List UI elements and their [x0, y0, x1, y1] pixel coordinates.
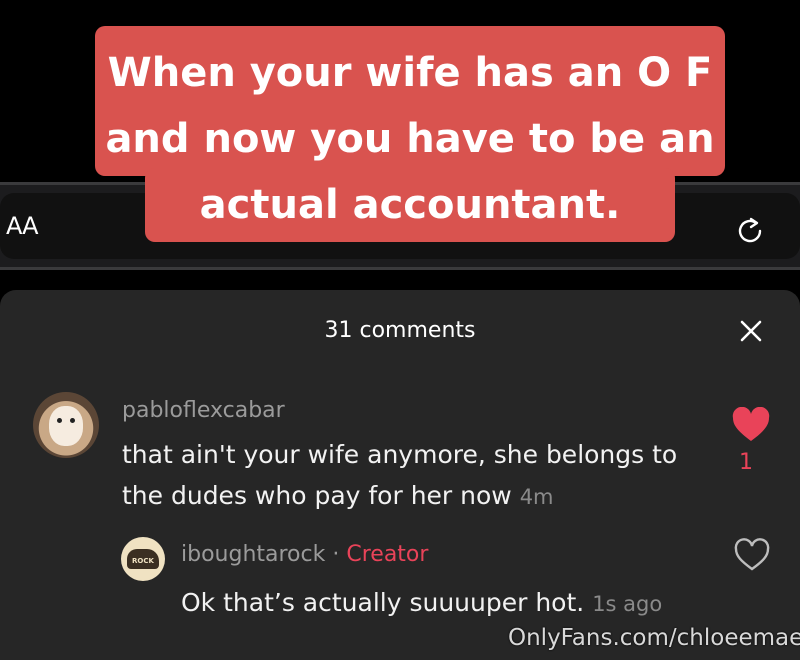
comment-body: that ain't your wife anymore, she belong… [122, 434, 712, 518]
reply-username[interactable]: iboughtarock [181, 542, 325, 567]
reload-icon[interactable] [733, 214, 767, 248]
heart-outline-icon[interactable] [733, 538, 771, 572]
reply-body: Ok that’s actually suuuuper hot. 1s ago [181, 582, 721, 625]
avatar-logo-text: ROCK [132, 557, 154, 565]
reply-text: Ok that’s actually suuuuper hot. [181, 588, 585, 617]
avatar[interactable]: ROCK [121, 537, 165, 581]
video-caption: When your wife has an O F and now you ha… [105, 50, 715, 228]
comment-text: that ain't your wife anymore, she belong… [122, 440, 678, 510]
reply-header: iboughtarock · Creator [181, 542, 428, 567]
reply-time: 1s ago [592, 592, 663, 616]
comments-count-title: 31 comments [324, 318, 476, 343]
comment-username[interactable]: pabloflexcabar [122, 398, 285, 423]
avatar-eye [57, 418, 62, 423]
close-icon[interactable] [738, 318, 764, 344]
separator-dot: · [332, 542, 340, 567]
creator-badge: Creator [346, 542, 429, 567]
comment-time: 4m [519, 485, 554, 509]
heart-filled-icon[interactable] [731, 407, 771, 443]
hamster-avatar-image [49, 406, 83, 446]
watermark-text: OnlyFans.com/chloeemae [508, 625, 800, 651]
like-count: 1 [739, 450, 753, 475]
avatar-eye [70, 418, 75, 423]
avatar[interactable] [33, 392, 99, 458]
text-size-button[interactable]: AA [6, 212, 39, 240]
